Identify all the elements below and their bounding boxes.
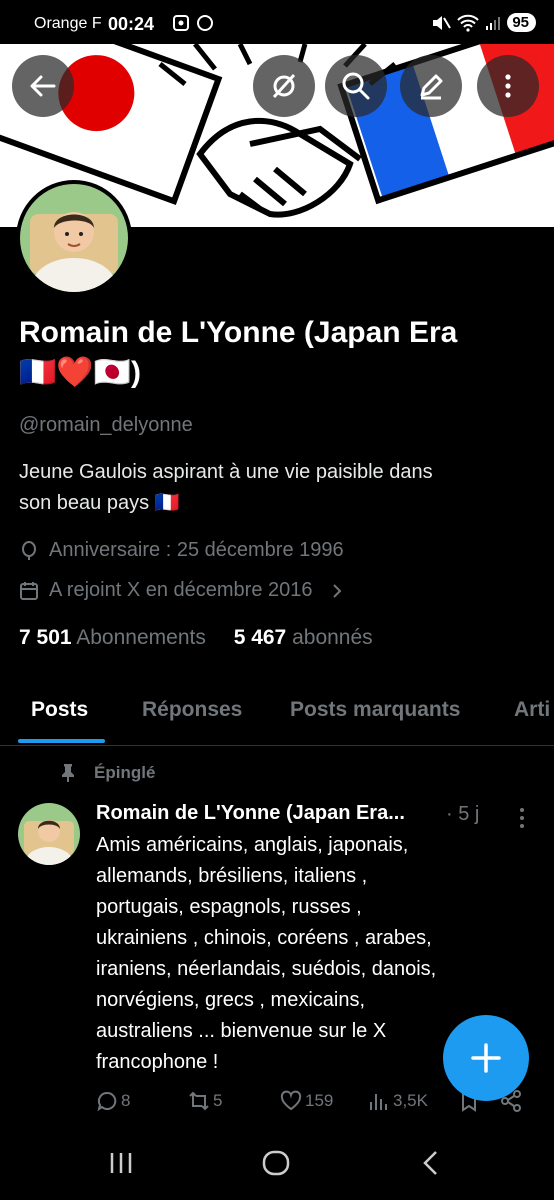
follow-stats: 7 501 Abonnements 5 467 abonnés xyxy=(19,626,373,650)
grok-icon xyxy=(272,73,296,99)
profile-name: Romain de L'Yonne (Japan Era 🇫🇷❤️🇯🇵) xyxy=(19,313,539,393)
birthday-text: Anniversaire : 25 décembre 1996 xyxy=(49,539,344,561)
back-button[interactable] xyxy=(12,55,74,117)
pinned-label: Épinglé xyxy=(94,763,156,782)
post-avatar[interactable] xyxy=(18,803,80,865)
edit-button[interactable] xyxy=(400,55,462,117)
tab-articles[interactable]: Arti xyxy=(514,698,550,722)
active-tab-indicator xyxy=(18,739,105,743)
profile-tabs: Posts Réponses Posts marquants Arti xyxy=(0,680,554,746)
carrier-label: Orange F xyxy=(34,15,102,32)
back-nav-icon[interactable] xyxy=(416,1148,446,1178)
tab-highlights[interactable]: Posts marquants xyxy=(290,698,460,722)
arrow-left-icon xyxy=(30,75,56,97)
profile-name-line1: Romain de L'Yonne (Japan Era xyxy=(19,316,458,349)
pinned-indicator: Épinglé xyxy=(60,763,155,783)
avatar-image xyxy=(18,803,80,865)
followers-label: abonnés xyxy=(292,626,373,649)
reply-button[interactable]: 8 xyxy=(96,1090,130,1112)
followers-count: 5 467 xyxy=(233,626,287,649)
mute-icon xyxy=(433,15,452,30)
status-bar: Orange F 00:24 95 xyxy=(0,0,554,44)
home-icon[interactable] xyxy=(261,1148,291,1178)
followers-link[interactable]: 5 467 abonnés xyxy=(234,626,373,649)
avatar-image xyxy=(20,184,128,292)
pencil-icon xyxy=(420,74,443,100)
more-vertical-icon xyxy=(505,74,511,98)
grok-button[interactable] xyxy=(253,55,315,117)
bio-line2: son beau pays 🇫🇷 xyxy=(19,492,180,514)
chat-bubble-icon xyxy=(197,15,213,31)
signal-icon xyxy=(486,16,501,30)
screenshot-icon xyxy=(173,15,189,31)
repost-count: 5 xyxy=(213,1091,223,1110)
reply-icon xyxy=(97,1091,117,1112)
views-button[interactable]: 3,5K xyxy=(368,1090,428,1112)
profile-name-line2: 🇫🇷❤️🇯🇵) xyxy=(19,356,142,389)
following-label: Abonnements xyxy=(76,626,206,649)
system-navigation-bar xyxy=(0,1128,554,1200)
pin-icon xyxy=(62,764,74,782)
tab-posts[interactable]: Posts xyxy=(31,698,88,722)
balloon-icon xyxy=(22,540,36,560)
repost-icon xyxy=(189,1091,209,1111)
views-icon xyxy=(370,1094,387,1110)
wifi-icon xyxy=(457,14,480,32)
joined-text: A rejoint X en décembre 2016 xyxy=(49,579,313,601)
profile-bio: Jeune Gaulois aspirant à une vie paisibl… xyxy=(19,457,539,519)
profile-avatar[interactable] xyxy=(16,180,132,296)
recent-apps-icon[interactable] xyxy=(106,1148,136,1178)
plus-icon xyxy=(471,1043,501,1073)
birthday-row: Anniversaire : 25 décembre 1996 xyxy=(19,539,344,562)
reply-count: 8 xyxy=(121,1091,131,1110)
battery-indicator: 95 xyxy=(507,13,536,32)
tab-replies[interactable]: Réponses xyxy=(142,698,242,722)
compose-button[interactable] xyxy=(443,1015,529,1101)
post-time[interactable]: · 5 j xyxy=(446,803,479,826)
heart-icon xyxy=(280,1090,302,1111)
repost-button[interactable]: 5 xyxy=(188,1090,222,1112)
post-author[interactable]: Romain de L'Yonne (Japan Era... xyxy=(96,802,405,825)
joined-row[interactable]: A rejoint X en décembre 2016 xyxy=(19,579,347,602)
post-more-icon[interactable] xyxy=(512,806,532,830)
search-button[interactable] xyxy=(325,55,387,117)
like-count: 159 xyxy=(305,1091,334,1110)
profile-handle: @romain_delyonne xyxy=(19,414,193,436)
clock: 00:24 xyxy=(108,14,155,34)
following-link[interactable]: 7 501 Abonnements xyxy=(19,626,206,649)
calendar-icon xyxy=(20,581,38,600)
chevron-right-icon xyxy=(332,583,341,598)
more-button[interactable] xyxy=(477,55,539,117)
search-icon xyxy=(342,72,370,100)
bio-line1: Jeune Gaulois aspirant à une vie paisibl… xyxy=(19,461,433,483)
like-button[interactable]: 159 xyxy=(280,1090,333,1112)
views-count: 3,5K xyxy=(393,1091,428,1110)
following-count: 7 501 xyxy=(19,626,72,649)
